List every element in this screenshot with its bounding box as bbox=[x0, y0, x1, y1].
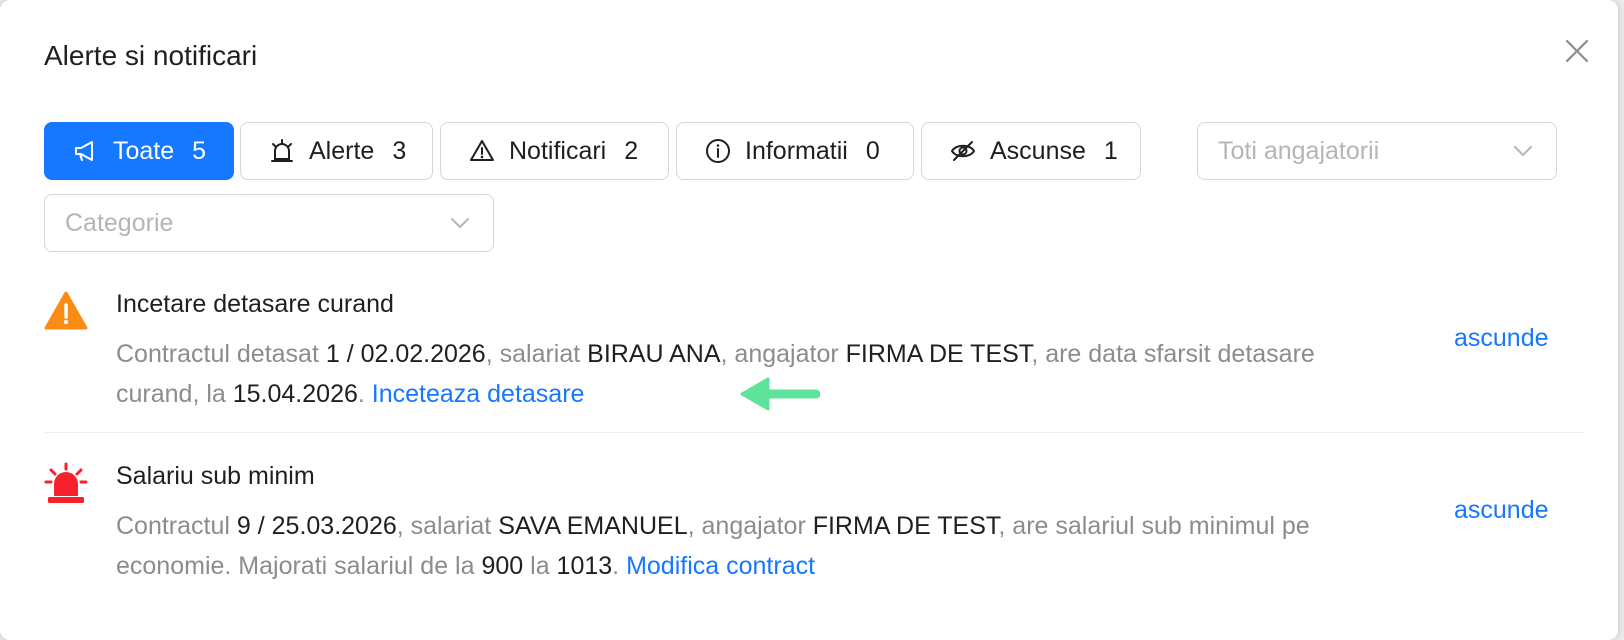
message-text: Contractul bbox=[116, 512, 237, 540]
tab-count: 3 bbox=[392, 136, 407, 165]
message-text: . bbox=[357, 380, 372, 408]
tab-label: Informatii bbox=[745, 136, 848, 165]
tab-alerte[interactable]: Alerte 3 bbox=[240, 122, 433, 180]
tab-notificari[interactable]: Notificari 2 bbox=[440, 122, 669, 180]
chevron-down-icon bbox=[1514, 146, 1532, 156]
alert-message: Contractul 9 / 25.03.2026, salariat SAVA… bbox=[116, 506, 1376, 586]
message-text: Contractul detasat bbox=[116, 340, 326, 368]
warning-icon bbox=[470, 140, 494, 161]
modify-contract-link[interactable]: Modifica contract bbox=[626, 552, 815, 580]
message-text: , angajator bbox=[720, 340, 846, 368]
tab-informatii[interactable]: Informatii 0 bbox=[676, 122, 914, 180]
message-text: , angajator bbox=[687, 512, 813, 540]
tab-count: 2 bbox=[624, 136, 639, 165]
employer-name: FIRMA DE TEST bbox=[812, 512, 999, 540]
category-select-placeholder: Categorie bbox=[65, 208, 174, 237]
current-salary: 900 bbox=[481, 552, 524, 580]
warning-triangle-icon bbox=[44, 291, 88, 330]
end-date: 15.04.2026 bbox=[232, 380, 358, 408]
hide-alert-link[interactable]: ascunde bbox=[1454, 324, 1549, 353]
employee-name: BIRAU ANA bbox=[587, 340, 721, 368]
alert-item: Salariu sub minim Contractul 9 / 25.03.2… bbox=[44, 462, 1584, 582]
modal-title: Alerte si notificari bbox=[44, 40, 258, 71]
divider bbox=[44, 432, 1584, 433]
info-icon bbox=[706, 139, 730, 163]
chevron-down-icon bbox=[451, 218, 469, 228]
alert-title: Salariu sub minim bbox=[116, 462, 315, 490]
tab-ascunse[interactable]: Ascunse 1 bbox=[921, 122, 1141, 180]
hide-alert-link[interactable]: ascunde bbox=[1454, 496, 1549, 525]
employee-name: SAVA EMANUEL bbox=[498, 512, 688, 540]
employer-name: FIRMA DE TEST bbox=[845, 340, 1032, 368]
end-detachment-link[interactable]: Inceteaza detasare bbox=[372, 380, 585, 408]
employer-select[interactable]: Toti angajatorii bbox=[1197, 122, 1557, 180]
tab-label: Toate bbox=[113, 136, 175, 165]
message-text: . bbox=[612, 552, 627, 580]
message-text: , salariat bbox=[485, 340, 588, 368]
arrow-annotation bbox=[740, 377, 820, 411]
tab-label: Ascunse bbox=[990, 136, 1086, 165]
eye-slash-icon bbox=[950, 141, 976, 161]
category-select[interactable]: Categorie bbox=[44, 194, 494, 252]
contract-number: 1 / 02.02.2026 bbox=[325, 340, 486, 368]
contract-number: 9 / 25.03.2026 bbox=[236, 512, 397, 540]
alert-title: Incetare detasare curand bbox=[116, 290, 394, 318]
tab-label: Notificari bbox=[509, 136, 607, 165]
tab-toate[interactable]: Toate 5 bbox=[44, 122, 234, 180]
alarm-icon bbox=[271, 139, 293, 162]
message-text: la bbox=[523, 552, 557, 580]
minimum-salary: 1013 bbox=[556, 552, 613, 580]
employer-select-placeholder: Toti angajatorii bbox=[1218, 136, 1380, 165]
tab-count: 0 bbox=[865, 136, 880, 165]
message-text: , salariat bbox=[396, 512, 499, 540]
close-icon[interactable] bbox=[1562, 36, 1592, 66]
tab-count: 1 bbox=[1103, 136, 1118, 165]
alerts-modal: Alerte si notificari Toate 5 Alerte 3 No… bbox=[0, 0, 1618, 640]
tab-count: 5 bbox=[192, 136, 207, 165]
tab-label: Alerte bbox=[309, 136, 375, 165]
megaphone-icon bbox=[75, 141, 93, 161]
siren-icon bbox=[44, 462, 88, 503]
